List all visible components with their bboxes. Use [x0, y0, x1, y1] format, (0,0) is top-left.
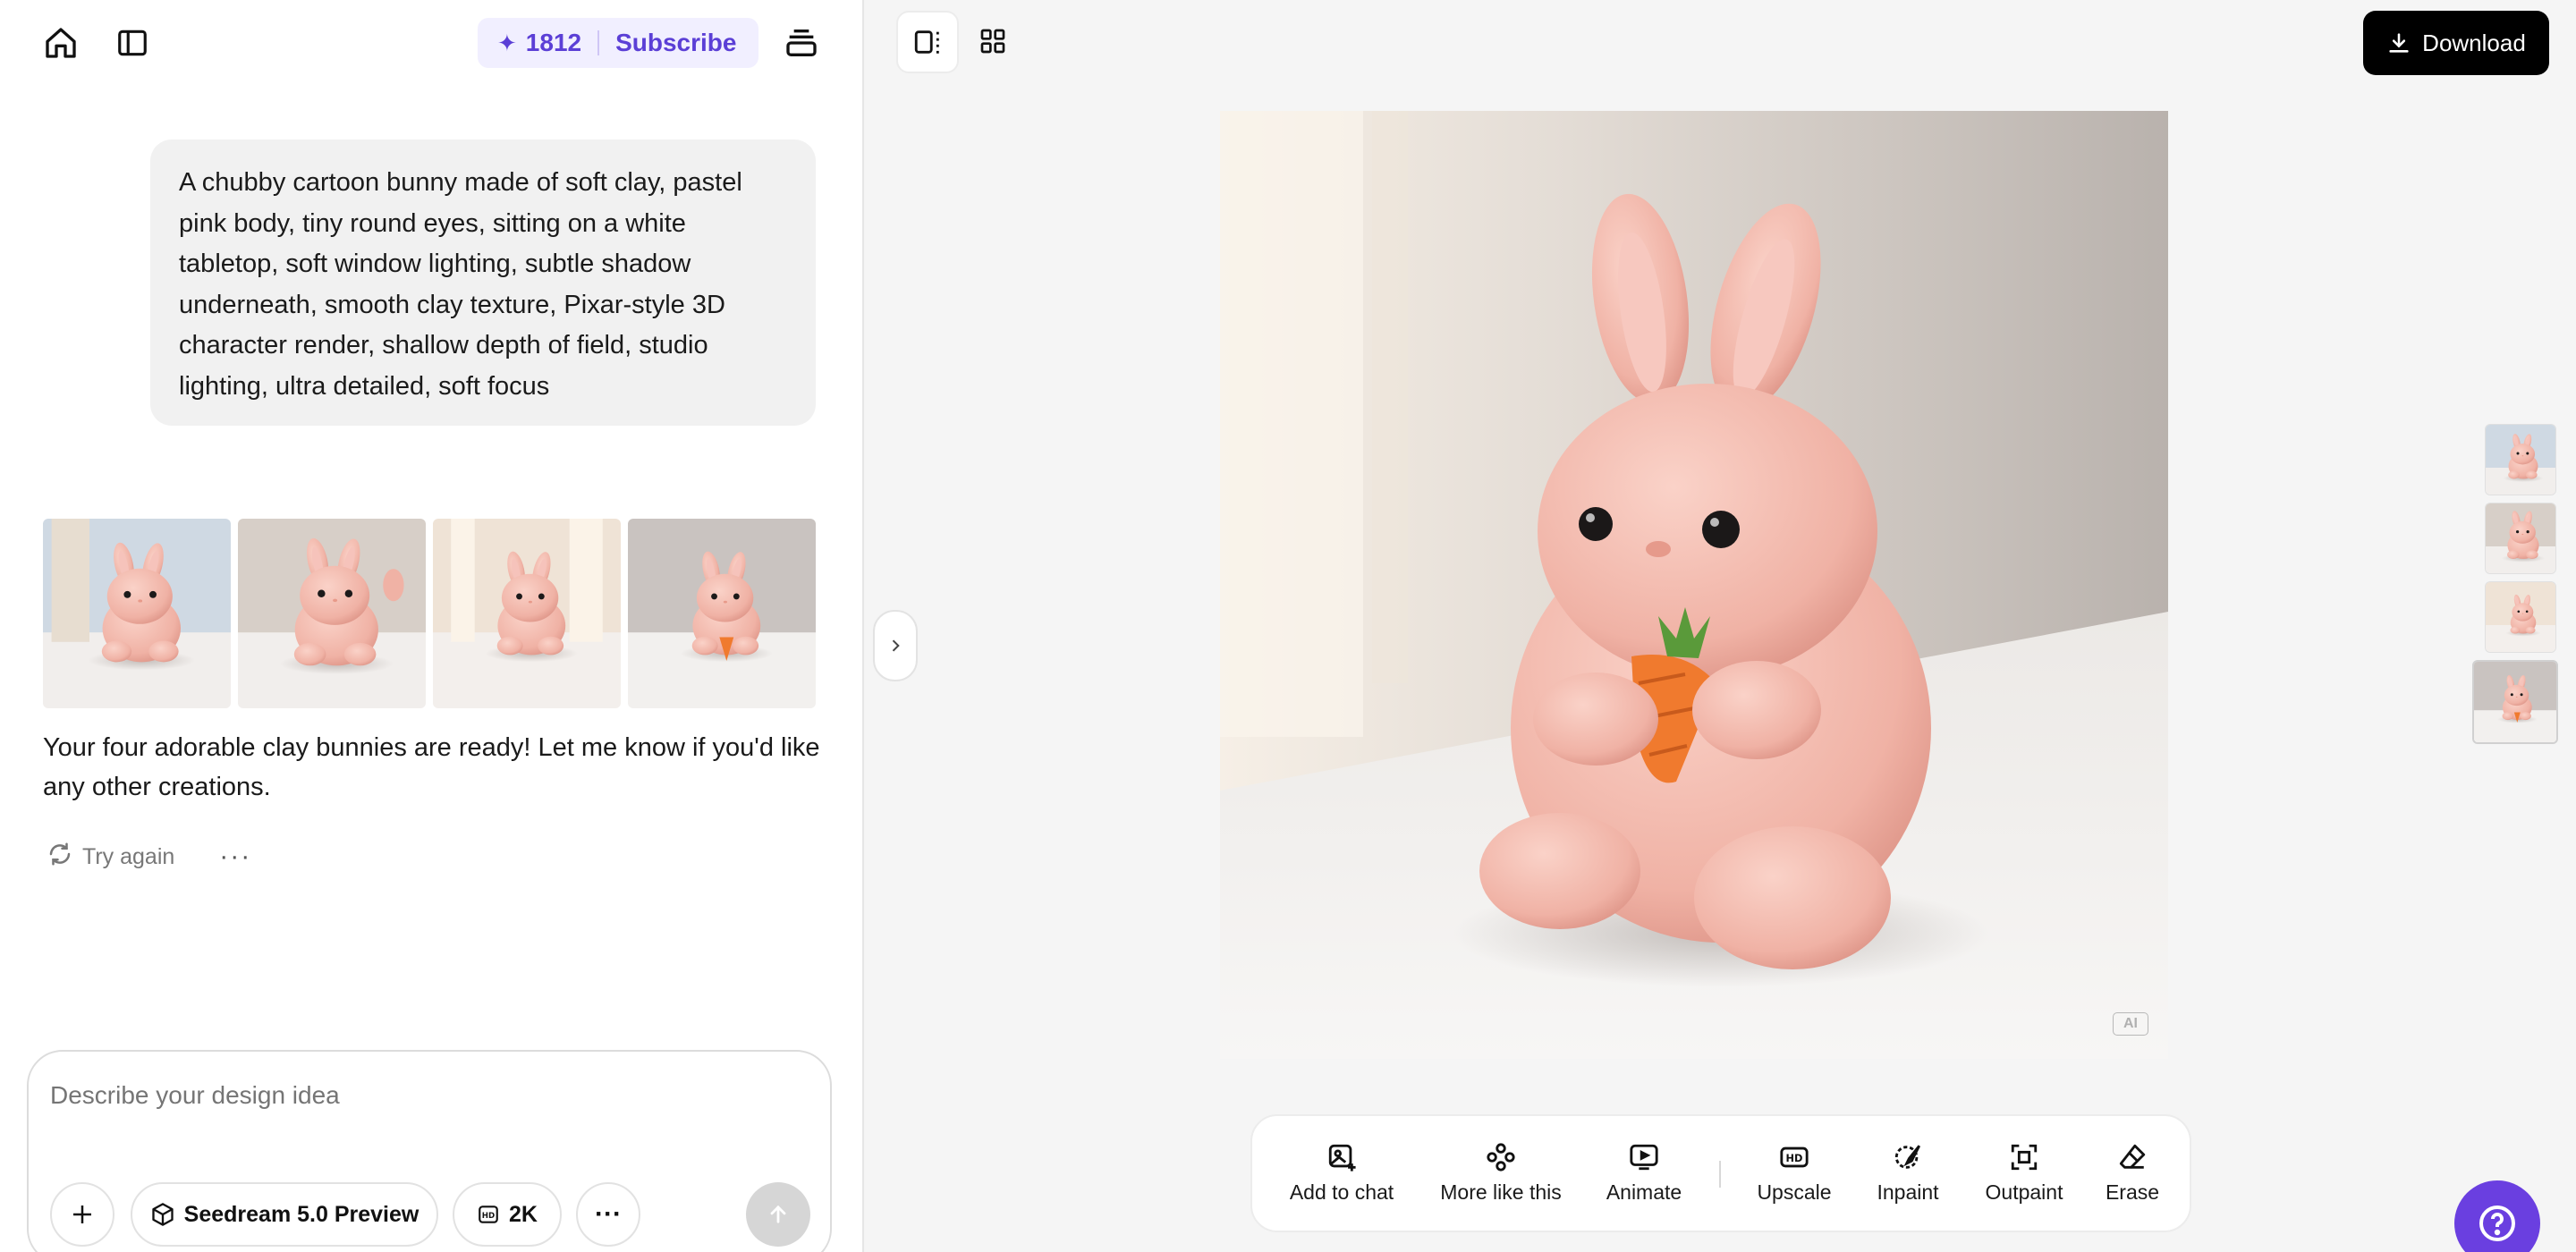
more-settings-button[interactable]: ···: [576, 1182, 640, 1247]
single-view-icon: [914, 30, 939, 54]
subscribe-button[interactable]: Subscribe: [615, 29, 736, 57]
resolution-button[interactable]: HD 2K: [453, 1182, 562, 1247]
add-to-chat-label: Add to chat: [1289, 1180, 1394, 1204]
plus-icon: [73, 1205, 91, 1223]
generated-image-4[interactable]: [628, 519, 816, 708]
resolution-label: 2K: [509, 1201, 538, 1227]
ai-watermark-badge: AI: [2113, 1012, 2148, 1036]
svg-text:HD: HD: [1786, 1152, 1803, 1164]
model-label: Seedream 5.0 Preview: [183, 1201, 419, 1227]
generated-image-3[interactable]: [433, 519, 621, 708]
expand-frame-icon: [2008, 1141, 2040, 1173]
image-plus-icon: [1326, 1141, 1358, 1173]
refresh-icon[interactable]: [47, 841, 73, 874]
grid-view-button[interactable]: [975, 23, 1011, 59]
assistant-reply: Your four adorable clay bunnies are read…: [43, 733, 820, 801]
variations-icon: [1485, 1141, 1517, 1173]
send-button[interactable]: [746, 1182, 810, 1247]
play-screen-icon: [1628, 1141, 1660, 1173]
svg-text:HD: HD: [482, 1212, 495, 1221]
download-button[interactable]: Download: [2363, 11, 2549, 75]
credits-count: 1812: [525, 29, 582, 56]
help-button[interactable]: [2454, 1180, 2540, 1252]
brush-icon: [1892, 1141, 1924, 1173]
erase-button[interactable]: Erase: [2097, 1141, 2168, 1205]
toolbar-divider: [1719, 1161, 1721, 1188]
outpaint-label: Outpaint: [1985, 1180, 2063, 1204]
strip-thumb-2[interactable]: [2485, 503, 2556, 574]
hd-icon: HD: [479, 1205, 498, 1223]
eraser-icon: [2116, 1141, 2148, 1173]
erase-label: Erase: [2105, 1180, 2160, 1204]
inpaint-label: Inpaint: [1877, 1180, 1939, 1204]
question-icon: [2479, 1205, 2515, 1241]
chat-panel: ✦ 1812 Subscribe A chubby cartoon bunny …: [0, 0, 864, 1252]
image-actions-toolbar: Add to chat More like this Animate HD Up…: [1250, 1114, 2191, 1232]
composer: Seedream 5.0 Preview HD 2K ···: [27, 1050, 832, 1252]
more-like-this-button[interactable]: More like this: [1438, 1141, 1563, 1205]
stack-icon[interactable]: [773, 14, 830, 72]
reply-actions: Try again ···: [47, 839, 251, 875]
upscale-button[interactable]: HD Upscale: [1750, 1141, 1839, 1205]
expand-panel-button[interactable]: [873, 610, 918, 681]
single-view-button[interactable]: [896, 11, 959, 73]
download-label: Download: [2422, 29, 2526, 56]
chevron-right-icon: [892, 639, 900, 652]
more-options-icon[interactable]: ···: [219, 842, 251, 872]
download-icon: [2389, 33, 2409, 53]
prompt-input[interactable]: [50, 1073, 801, 1118]
image-strip: [2472, 424, 2558, 751]
inpaint-button[interactable]: Inpaint: [1868, 1141, 1948, 1205]
animate-label: Animate: [1606, 1180, 1682, 1204]
more-like-this-label: More like this: [1440, 1180, 1562, 1204]
sparkle-icon: ✦: [497, 29, 517, 56]
arrow-up-icon: [770, 1205, 786, 1223]
upscale-label: Upscale: [1757, 1180, 1832, 1204]
generated-image-1[interactable]: [43, 519, 231, 708]
strip-thumb-3[interactable]: [2485, 581, 2556, 653]
home-icon[interactable]: [32, 14, 89, 72]
credits-subscribe[interactable]: ✦ 1812 Subscribe: [478, 18, 758, 68]
outpaint-button[interactable]: Outpaint: [1975, 1141, 2073, 1205]
generated-thumbnails: [43, 519, 818, 708]
ellipsis-icon: ···: [595, 1199, 622, 1229]
user-prompt-bubble: A chubby cartoon bunny made of soft clay…: [150, 140, 816, 426]
model-selector-button[interactable]: Seedream 5.0 Preview: [131, 1182, 438, 1247]
try-again-button[interactable]: Try again: [82, 844, 174, 870]
strip-thumb-4-selected[interactable]: [2472, 660, 2558, 744]
chat-topbar: ✦ 1812 Subscribe: [0, 0, 864, 86]
hd-icon: HD: [1778, 1141, 1810, 1173]
cube-icon: [151, 1203, 174, 1226]
strip-thumb-1[interactable]: [2485, 424, 2556, 495]
divider: [597, 30, 600, 55]
add-attachment-button[interactable]: [50, 1182, 114, 1247]
main-generated-image[interactable]: AI: [1220, 111, 2168, 1059]
generated-image-2[interactable]: [238, 519, 426, 708]
grid-icon: [980, 29, 1005, 54]
sidebar-toggle-icon[interactable]: [104, 14, 161, 72]
animate-button[interactable]: Animate: [1599, 1141, 1689, 1205]
add-to-chat-button[interactable]: Add to chat: [1288, 1141, 1395, 1205]
